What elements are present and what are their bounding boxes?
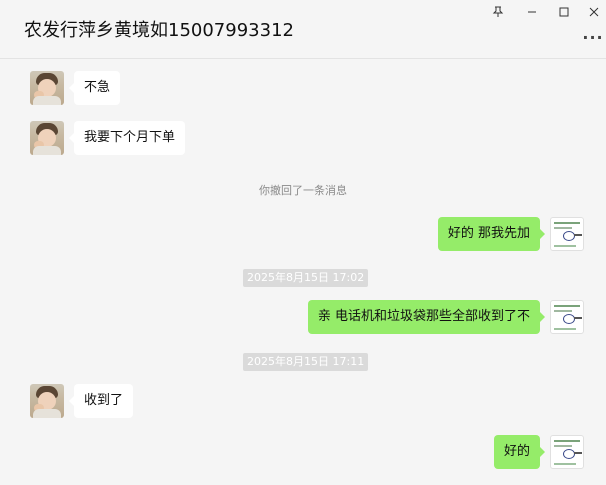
pin-icon[interactable] [484,2,512,22]
timestamp-label: 2025年8月15日 17:02 [243,269,369,287]
self-avatar[interactable] [550,217,584,251]
timestamp-label: 2025年8月15日 17:11 [243,353,369,371]
message-bubble-incoming[interactable]: 不急 [68,71,121,105]
message-bubble-outgoing[interactable]: 好的 那我先加 [437,217,546,251]
chat-title: 农发行萍乡黄境如15007993312 [24,20,294,41]
contact-avatar[interactable] [30,71,64,105]
minimize-icon[interactable] [518,2,546,22]
contact-avatar[interactable] [30,384,64,418]
more-icon[interactable]: ··· [582,26,604,48]
message-bubble-incoming[interactable]: 收到了 [68,384,134,418]
message-bubble-outgoing[interactable]: 好的 [493,435,546,469]
contact-avatar[interactable] [30,121,64,155]
self-avatar[interactable] [550,435,584,469]
message-list[interactable]: 不急 我要下个月下单 你撤回了一条消息 好的 那我先加 2025年8月15日 1… [0,59,606,485]
title-bar: 农发行萍乡黄境如15007993312 ··· [0,0,606,59]
maximize-icon[interactable] [550,2,578,22]
message-bubble-incoming[interactable]: 我要下个月下单 [68,121,186,155]
message-bubble-outgoing[interactable]: 亲 电话机和垃圾袋那些全部收到了不 [307,300,546,334]
self-avatar[interactable] [550,300,584,334]
recall-notice: 你撤回了一条消息 [259,184,347,197]
close-icon[interactable] [580,2,606,22]
chat-window: 农发行萍乡黄境如15007993312 ··· 不急 我要下个月下单 你撤回了一… [0,0,606,485]
